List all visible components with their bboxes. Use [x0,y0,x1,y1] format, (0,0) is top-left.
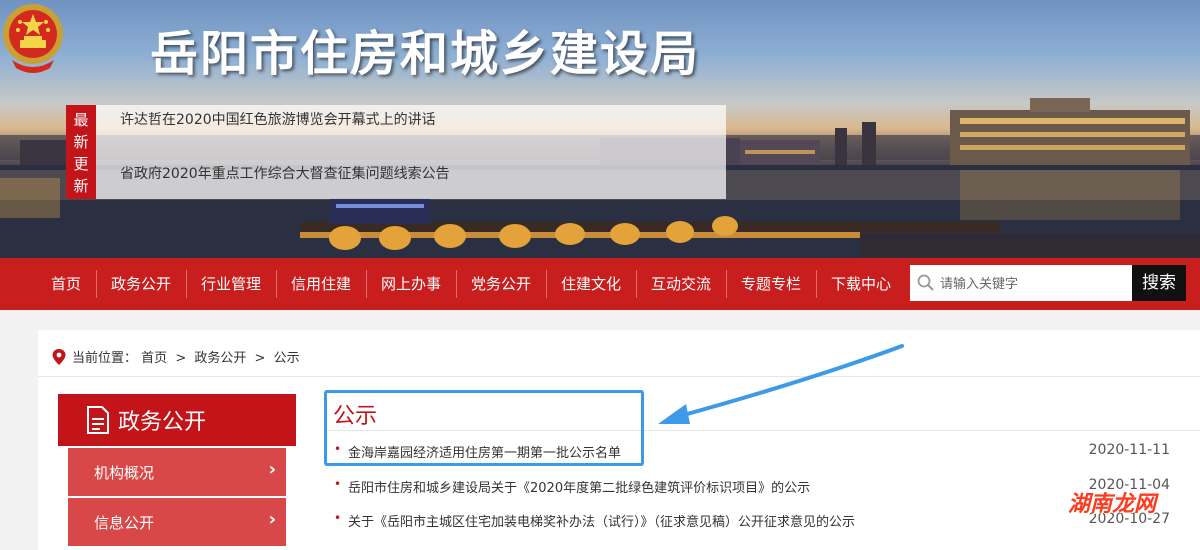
latest-news-tag: 最 新 更 新 [66,105,96,199]
national-emblem-icon [3,4,63,73]
nav-item-party-affairs[interactable]: 党务公开 [460,258,542,310]
sidebar-item-info-disclosure[interactable]: 信息公开 › [68,498,286,546]
chevron-right-icon: › [268,509,276,530]
document-icon [87,406,109,434]
nav-divider [546,270,547,298]
latest-news-tag-char: 最 [73,111,89,129]
chevron-right-icon: › [268,459,276,480]
list-item: • 岳阳市住房和城乡建设局关于《2020年度第二批绿色建筑评价标识项目》的公示 … [334,477,1170,497]
nav-item-gov-affairs[interactable]: 政务公开 [100,258,182,310]
nav-divider [456,270,457,298]
highlight-box [324,390,644,466]
sidebar-item-org-overview[interactable]: 机构概况 › [68,448,286,496]
sidebar-item-label: 机构概况 [94,464,155,482]
sidebar-title: 政务公开 [118,410,207,435]
header-banner: 岳阳市住房和城乡建设局 最 新 更 新 许达哲在2020中国红色旅游博览会开幕式… [0,0,1200,258]
breadcrumb-divider [38,376,1200,377]
breadcrumb-current[interactable]: 公示 [274,351,300,366]
nav-item-online-service[interactable]: 网上办事 [370,258,452,310]
nav-item-credit[interactable]: 信用住建 [280,258,362,310]
nav-divider [366,270,367,298]
search-box [910,265,1132,303]
latest-news-list: 许达哲在2020中国红色旅游博览会开幕式上的讲话 省政府2020年重点工作综合大… [96,105,726,199]
location-pin-icon [52,349,66,365]
annotation-arrow-icon [658,344,904,424]
search-input[interactable] [938,265,1132,303]
nav-divider [816,270,817,298]
latest-news-item[interactable]: 许达哲在2020中国红色旅游博览会开幕式上的讲话 [120,109,436,129]
nav-item-industry[interactable]: 行业管理 [190,258,272,310]
nav-divider [636,270,637,298]
list-item: • 关于《岳阳市主城区住宅加装电梯奖补办法（试行）》（征求意见稿）公开征求意见的… [334,511,1170,531]
nav-item-interaction[interactable]: 互动交流 [640,258,722,310]
bullet-icon: • [334,511,342,525]
nav-item-downloads[interactable]: 下载中心 [820,258,902,310]
breadcrumb-separator: > [175,351,187,366]
list-item-date: 2020-11-11 [1088,442,1170,458]
watermark: 湖南龙网 [1068,492,1157,517]
breadcrumb-gov-affairs[interactable]: 政务公开 [194,351,246,366]
latest-news-panel: 最 新 更 新 许达哲在2020中国红色旅游博览会开幕式上的讲话 省政府2020… [66,105,726,199]
latest-news-tag-char: 更 [73,155,89,173]
sidebar-header: 政务公开 [58,394,296,446]
nav-divider [726,270,727,298]
breadcrumb-separator: > [254,351,266,366]
nav-item-culture[interactable]: 住建文化 [550,258,632,310]
list-item-title[interactable]: 岳阳市住房和城乡建设局关于《2020年度第二批绿色建筑评价标识项目》的公示 [348,477,810,496]
latest-news-tag-char: 新 [73,177,89,195]
breadcrumb: 当前位置： 首页 > 政务公开 > 公示 [52,347,300,366]
nav-item-home[interactable]: 首页 [40,258,92,310]
search-icon [917,274,934,291]
breadcrumb-home[interactable]: 首页 [141,351,167,366]
breadcrumb-prefix: 当前位置： [72,351,138,366]
search-button[interactable]: 搜索 [1132,265,1186,301]
latest-news-tag-char: 新 [73,133,89,151]
nav-item-topics[interactable]: 专题专栏 [730,258,812,310]
site-title: 岳阳市住房和城乡建设局 [150,26,701,82]
nav-divider [96,270,97,298]
bullet-icon: • [334,477,342,491]
latest-news-item[interactable]: 省政府2020年重点工作综合大督查征集问题线索公告 [120,163,450,183]
list-item-title[interactable]: 关于《岳阳市主城区住宅加装电梯奖补办法（试行）》（征求意见稿）公开征求意见的公示 [348,511,855,530]
nav-divider [276,270,277,298]
nav-divider [186,270,187,298]
